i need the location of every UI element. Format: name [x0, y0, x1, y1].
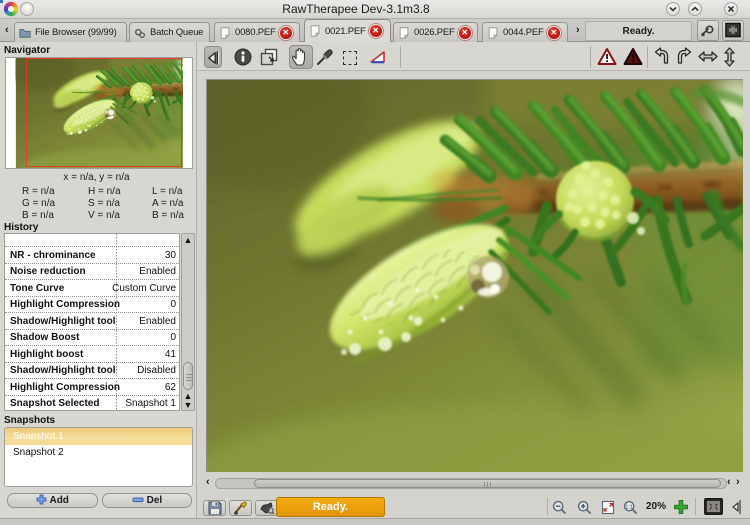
- svg-text:1:1: 1:1: [625, 504, 633, 510]
